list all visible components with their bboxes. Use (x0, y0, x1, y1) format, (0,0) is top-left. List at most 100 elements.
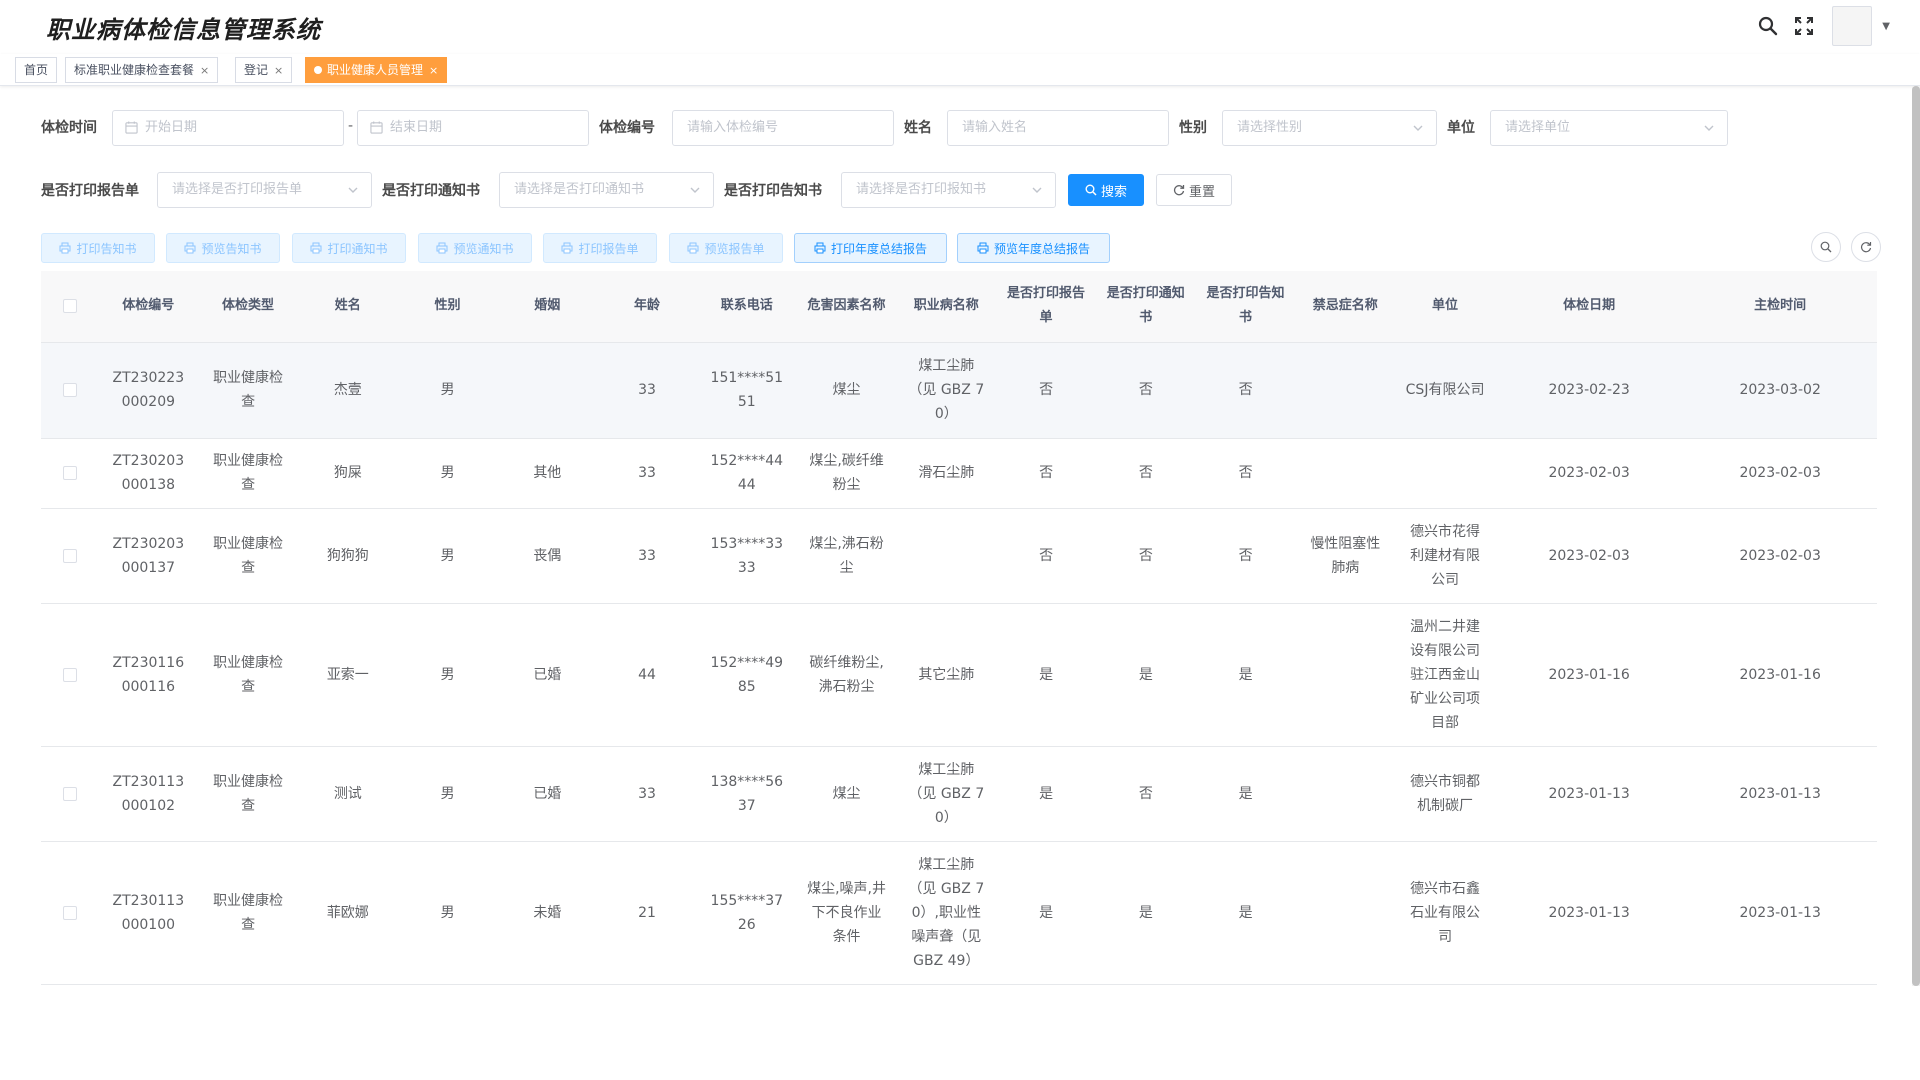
printer-icon (814, 242, 826, 254)
print-report-placeholder: 请选择是否打印报告单 (172, 182, 303, 197)
row-checkbox[interactable] (62, 383, 77, 397)
tab-standard-package[interactable]: 标准职业健康检查套餐 × (65, 57, 219, 83)
table-cell: 33 (597, 438, 697, 509)
chevron-down-icon (1032, 187, 1042, 193)
table-cell: 2023-03-02 (1683, 342, 1877, 439)
row-checkbox[interactable] (62, 786, 77, 801)
chevron-down-icon[interactable]: ▼ (1882, 21, 1890, 32)
row-checkbox[interactable] (62, 667, 77, 682)
button-label: 打印告知书 (76, 241, 137, 256)
name-input[interactable]: 请输入姓名 (947, 110, 1169, 146)
tags-view: 首页 标准职业健康检查套餐 × 登记 × 职业健康人员管理 × (0, 54, 1920, 86)
toggle-search-icon[interactable] (1811, 232, 1841, 262)
table-row[interactable]: ZT230113000100 职业健康检查 菲欧娜 男 未婚 21 155***… (41, 841, 1877, 985)
start-date-input[interactable]: 开始日期 (112, 110, 344, 146)
select-all-checkbox[interactable] (62, 298, 77, 313)
table-cell: ZT230113000102 (98, 746, 199, 842)
print-report-button[interactable]: 打印报告单 (543, 233, 657, 263)
close-icon[interactable]: × (429, 64, 438, 77)
unit-select[interactable]: 请选择单位 (1490, 110, 1728, 146)
refresh-icon[interactable] (1851, 232, 1881, 262)
tab-label: 职业健康人员管理 (327, 63, 424, 77)
gender-placeholder: 请选择性别 (1237, 120, 1303, 135)
table-cell: 男 (397, 438, 498, 509)
column-header: 姓名 (297, 271, 398, 343)
select-all-cell (41, 271, 99, 343)
fullscreen-icon[interactable] (1786, 8, 1822, 44)
table-cell: 已婚 (497, 603, 598, 747)
row-checkbox[interactable] (62, 466, 77, 480)
close-icon[interactable]: × (200, 64, 209, 77)
tab-occupational-health-staff[interactable]: 职业健康人员管理 × (305, 57, 448, 83)
column-header: 年龄 (597, 271, 697, 343)
print-notice-button[interactable]: 打印通知书 (292, 233, 406, 263)
table-cell: 是 (996, 841, 1096, 985)
table-cell (1295, 841, 1396, 985)
close-icon[interactable]: × (274, 64, 283, 77)
tab-label: 首页 (24, 63, 49, 77)
preview-report-button[interactable]: 预览报告单 (669, 233, 783, 263)
table-cell: 2023-02-23 (1494, 342, 1684, 439)
tab-register[interactable]: 登记 × (235, 57, 293, 83)
end-date-input[interactable]: 结束日期 (357, 110, 589, 146)
table-cell: 煤工尘肺（见 GBZ 70）,职业性噪声聋（见 GBZ 49） (896, 841, 997, 985)
column-header: 主检时间 (1683, 271, 1877, 343)
preview-inform-button[interactable]: 预览告知书 (166, 233, 280, 263)
table-cell: 是 (1195, 841, 1296, 985)
search-button[interactable]: 搜索 (1068, 174, 1144, 206)
date-separator: - (348, 118, 354, 134)
table-cell: 碳纤维粉尘,沸石粉尘 (796, 603, 897, 747)
print-notice-select[interactable]: 请选择是否打印通知书 (499, 172, 714, 208)
scrollbar-thumb[interactable] (1912, 86, 1920, 986)
column-header: 联系电话 (696, 271, 797, 343)
exam-time-label: 体检时间 (41, 120, 97, 136)
preview-notice-button[interactable]: 预览通知书 (418, 233, 532, 263)
reset-button[interactable]: 重置 (1156, 174, 1232, 206)
table-cell: 否 (996, 342, 1096, 439)
calendar-icon (125, 121, 138, 134)
print-annual-report-button[interactable]: 打印年度总结报告 (794, 233, 947, 263)
app-title: 职业病体检信息管理系统 (46, 16, 321, 44)
table-cell (1395, 438, 1495, 509)
table-cell: 煤尘 (796, 746, 897, 842)
table-cell: 151****5151 (696, 342, 797, 439)
row-checkbox[interactable] (62, 548, 77, 563)
chevron-down-icon (690, 187, 700, 193)
table-cell: 煤工尘肺（见 GBZ 70） (896, 746, 997, 842)
tab-label: 标准职业健康检查套餐 (74, 63, 195, 77)
gender-select[interactable]: 请选择性别 (1222, 110, 1437, 146)
table-cell: 其它尘肺 (896, 603, 997, 747)
table-cell: 职业健康检查 (198, 508, 298, 604)
search-icon[interactable] (1750, 8, 1786, 44)
table-row[interactable]: ZT230116000116 职业健康检查 亚索一 男 已婚 44 152***… (41, 603, 1877, 747)
start-date-placeholder: 开始日期 (145, 120, 198, 135)
tab-home[interactable]: 首页 (15, 57, 58, 83)
preview-annual-report-button[interactable]: 预览年度总结报告 (957, 233, 1110, 263)
print-notice-placeholder: 请选择是否打印通知书 (514, 182, 645, 197)
table-row[interactable]: ZT230203000137 职业健康检查 狗狗狗 男 丧偶 33 153***… (41, 508, 1877, 604)
chevron-down-icon (1704, 125, 1714, 131)
table-row[interactable]: ZT230113000102 职业健康检查 测试 男 已婚 33 138****… (41, 746, 1877, 842)
table-row[interactable]: ZT230203000138 职业健康检查 狗屎 男 其他 33 152****… (41, 438, 1877, 509)
table-cell (497, 342, 598, 439)
table-cell: 德兴市铜都机制碳厂 (1395, 746, 1495, 842)
print-report-select[interactable]: 请选择是否打印报告单 (157, 172, 372, 208)
printer-icon (59, 242, 71, 254)
table-cell: 33 (597, 508, 697, 604)
table-cell: 亚索一 (297, 603, 398, 747)
print-report-label: 是否打印报告单 (41, 183, 139, 199)
print-inform-placeholder: 请选择是否打印报知书 (856, 182, 987, 197)
table-cell: 职业健康检查 (198, 841, 298, 985)
avatar[interactable] (1832, 6, 1873, 46)
column-header: 是否打印报告单 (996, 271, 1096, 343)
table-cell: 2023-02-03 (1494, 438, 1684, 509)
row-checkbox[interactable] (62, 905, 77, 920)
print-inform-select[interactable]: 请选择是否打印报知书 (841, 172, 1056, 208)
table-cell: 男 (397, 342, 498, 439)
row-select-cell (41, 342, 99, 439)
table-row[interactable]: ZT230223000209 职业健康检查 杰壹 男 33 151****515… (41, 342, 1877, 439)
table-cell: 煤尘,碳纤维粉尘 (796, 438, 897, 509)
print-inform-button[interactable]: 打印告知书 (41, 233, 155, 263)
print-inform-label: 是否打印告知书 (724, 183, 822, 199)
exam-no-input[interactable]: 请输入体检编号 (672, 110, 894, 146)
